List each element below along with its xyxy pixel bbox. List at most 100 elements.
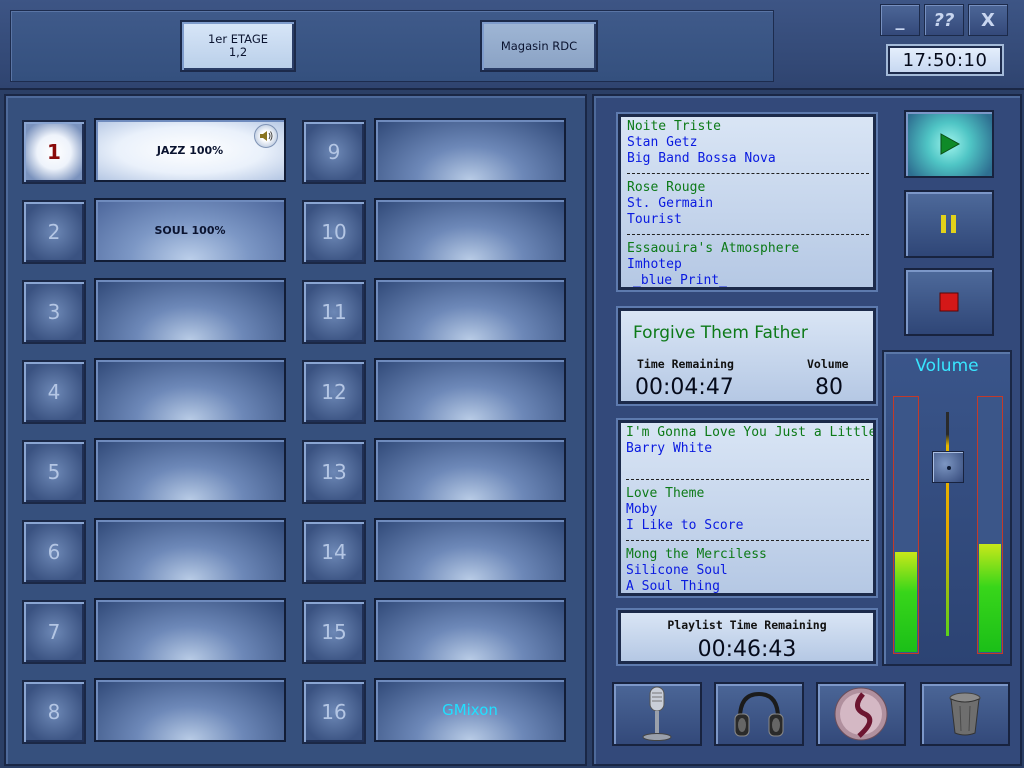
track-artist: St. Germain	[627, 196, 714, 211]
divider	[626, 479, 869, 480]
playlist-slot-13[interactable]	[374, 438, 566, 502]
minimize-icon: _	[895, 9, 905, 31]
level-meter-right	[977, 396, 1003, 654]
volume-value: 80	[815, 375, 843, 400]
playlist-time-value: 00:46:43	[697, 637, 797, 662]
playlist-slot-7[interactable]	[94, 598, 286, 662]
playlist-number-12[interactable]: 12	[302, 360, 366, 424]
play-icon	[940, 133, 961, 155]
playlist-number-label: 2	[47, 220, 61, 244]
volume-label: Volume	[807, 357, 849, 371]
playlist-number-10[interactable]: 10	[302, 200, 366, 264]
playlist-slot-8[interactable]	[94, 678, 286, 742]
playlist-name: SOUL 100%	[154, 223, 226, 237]
playlist-number-14[interactable]: 14	[302, 520, 366, 584]
close-icon: X	[981, 9, 995, 31]
playlist-number-label: 8	[47, 700, 61, 724]
divider	[627, 234, 869, 235]
track-artist: Imhotep	[627, 257, 682, 272]
playlist-slot-9[interactable]	[374, 118, 566, 182]
playlist-slot-15[interactable]	[374, 598, 566, 662]
playlist-name: GMixon	[442, 701, 498, 719]
playlist-number-9[interactable]: 9	[302, 120, 366, 184]
play-button[interactable]	[904, 110, 994, 178]
playlist-number-8[interactable]: 8	[22, 680, 86, 744]
headphones-icon	[734, 691, 784, 737]
zone-sublabel: 1,2	[228, 45, 248, 59]
mix-ball-button[interactable]	[816, 682, 906, 746]
track-title: Essaouira's Atmosphere	[627, 241, 800, 256]
playlist-number-label: 7	[47, 620, 61, 644]
playlist-number-7[interactable]: 7	[22, 600, 86, 664]
now-playing-title: Forgive Them Father	[633, 323, 808, 343]
track-album	[626, 457, 873, 473]
playlist-number-label: 1	[47, 140, 61, 164]
playlist-number-15[interactable]: 15	[302, 600, 366, 664]
minimize-button[interactable]: _	[880, 4, 920, 36]
track-album: I Like to Score	[626, 518, 744, 533]
divider	[627, 173, 869, 174]
playlist-slot-14[interactable]	[374, 518, 566, 582]
crystal-ball-icon	[834, 687, 888, 741]
headphones-button[interactable]	[714, 682, 804, 746]
track-album: Tourist	[627, 212, 682, 227]
playlist-number-11[interactable]: 11	[302, 280, 366, 344]
playlist-slot-1[interactable]: JAZZ 100%	[94, 118, 286, 182]
time-remaining-label: Time Remaining	[637, 357, 734, 371]
zone-button-magasin-rdc[interactable]: Magasin RDC	[480, 20, 598, 72]
level-meter-fill	[895, 552, 917, 652]
playlist-number-13[interactable]: 13	[302, 440, 366, 504]
playlist-number-1[interactable]: 1	[22, 120, 86, 184]
playlist-number-label: 5	[47, 460, 61, 484]
playlist-number-4[interactable]: 4	[22, 360, 86, 424]
playlist-number-5[interactable]: 5	[22, 440, 86, 504]
pause-button[interactable]	[904, 190, 994, 258]
zone-button-1er-etage[interactable]: 1er ETAGE 1,2	[180, 20, 296, 72]
track-artist: Moby	[626, 502, 658, 517]
playlist-number-label: 12	[321, 380, 347, 404]
microphone-button[interactable]	[612, 682, 702, 746]
playlist-number-6[interactable]: 6	[22, 520, 86, 584]
divider	[626, 540, 869, 541]
played-tracks-list: Noite Triste Stan Getz Big Band Bossa No…	[618, 114, 876, 290]
playlist-slot-10[interactable]	[374, 198, 566, 262]
stop-button[interactable]	[904, 268, 994, 336]
track-album: A Soul Thing	[626, 579, 720, 594]
track-title: Noite Triste	[627, 119, 721, 134]
help-button[interactable]: ??	[924, 4, 964, 36]
playlist-slot-2[interactable]: SOUL 100%	[94, 198, 286, 262]
playlist-slot-11[interactable]	[374, 278, 566, 342]
now-playing-box: Forgive Them Father Time Remaining Volum…	[618, 308, 876, 404]
microphone-icon	[642, 686, 672, 741]
clock-display: 17:50:10	[886, 44, 1004, 76]
playlist-number-label: 14	[321, 540, 347, 564]
playlist-number-label: 15	[321, 620, 347, 644]
zone-selector-strip	[10, 10, 774, 82]
track-artist: Stan Getz	[627, 135, 698, 150]
volume-slider-track[interactable]	[946, 412, 949, 636]
playlist-grid-panel	[4, 94, 587, 766]
close-button[interactable]: X	[968, 4, 1008, 36]
playlist-number-16[interactable]: 16	[302, 680, 366, 744]
trash-button[interactable]	[920, 682, 1010, 746]
playlist-number-label: 6	[47, 540, 61, 564]
playlist-slot-3[interactable]	[94, 278, 286, 342]
help-icon: ??	[933, 9, 955, 31]
track-title: Mong the Merciless	[626, 547, 767, 562]
playlist-number-label: 16	[321, 700, 347, 724]
playlist-number-label: 11	[321, 300, 347, 324]
track-artist: Silicone Soul	[626, 563, 728, 578]
playlist-slot-4[interactable]	[94, 358, 286, 422]
playlist-time-label: Playlist Time Remaining	[667, 618, 827, 632]
playlist-number-2[interactable]: 2	[22, 200, 86, 264]
playlist-slot-5[interactable]	[94, 438, 286, 502]
playlist-slot-12[interactable]	[374, 358, 566, 422]
playlist-number-3[interactable]: 3	[22, 280, 86, 344]
speaker-icon	[254, 124, 278, 148]
playlist-slot-6[interactable]	[94, 518, 286, 582]
volume-panel-label: Volume	[915, 356, 979, 376]
playlist-slot-16[interactable]: GMixon	[374, 678, 566, 742]
playlist-number-label: 9	[327, 140, 341, 164]
upcoming-tracks-list: I'm Gonna Love You Just a Little More Ba…	[618, 420, 876, 596]
volume-slider-knob[interactable]	[932, 450, 964, 483]
